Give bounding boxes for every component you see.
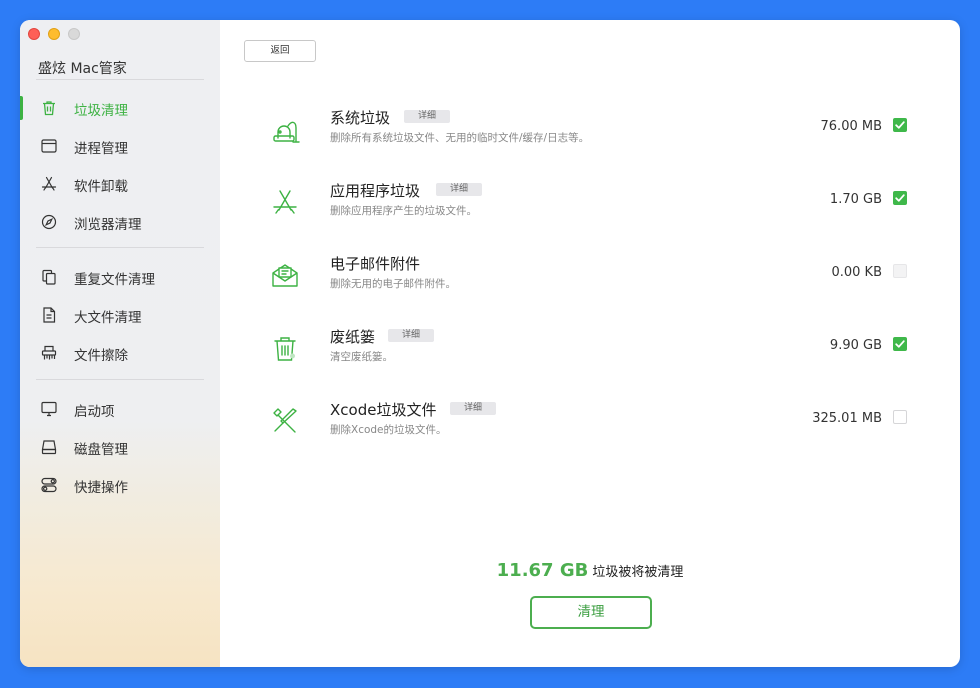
minimize-window-button[interactable] <box>48 28 60 40</box>
zoom-window-button[interactable] <box>68 28 80 40</box>
sidebar-item-startup-items[interactable]: 启动项 <box>20 396 220 422</box>
detail-button[interactable]: 详细 <box>450 402 497 415</box>
shredder-icon <box>41 345 57 360</box>
detail-button[interactable]: 详细 <box>388 329 435 342</box>
item-description: 删除无用的电子邮件附件。 <box>330 278 456 290</box>
item-title: 废纸篓 <box>330 328 376 346</box>
checkbox-checked[interactable] <box>893 191 907 205</box>
sidebar-item-label: 垃圾清理 <box>74 103 128 119</box>
sidebar-item-label: 磁盘管理 <box>74 442 128 458</box>
item-title: Xcode垃圾文件 <box>330 401 437 419</box>
app-store-icon <box>41 176 57 191</box>
sidebar-item-label: 重复文件清理 <box>74 272 155 288</box>
sidebar-item-label: 启动项 <box>74 404 115 420</box>
document-icon <box>43 307 56 323</box>
toggles-icon <box>41 477 57 493</box>
list-item: 电子邮件附件 删除无用的电子邮件附件。 0.00 KB <box>220 246 960 306</box>
sidebar-item-junk-clean[interactable]: 垃圾清理 <box>20 95 220 121</box>
checkbox-unchecked[interactable] <box>893 410 907 424</box>
trash-bin-icon <box>274 337 296 361</box>
checkbox-checked[interactable] <box>893 337 907 351</box>
back-button[interactable]: 返回 <box>244 40 316 62</box>
sidebar-item-label: 大文件清理 <box>74 310 142 326</box>
sidebar-item-uninstall[interactable]: 软件卸载 <box>20 171 220 197</box>
app-window: 盛炫 Mac管家 垃圾清理 进程管理 软件卸载 浏览器清理 重复文件清理 大文件… <box>20 20 960 667</box>
total-size: 11.67 GB <box>496 560 589 581</box>
sidebar-item-quick-actions[interactable]: 快捷操作 <box>20 472 220 498</box>
sidebar-item-label: 软件卸载 <box>74 179 128 195</box>
window-icon <box>41 139 57 153</box>
detail-button[interactable]: 详细 <box>404 110 451 123</box>
summary: 11.67 GB 垃圾被将被清理 <box>220 560 960 581</box>
disk-icon <box>41 440 57 455</box>
app-title: 盛炫 Mac管家 <box>38 61 127 77</box>
trash-icon <box>43 101 55 116</box>
sidebar-item-browser-clean[interactable]: 浏览器清理 <box>20 209 220 235</box>
sidebar-item-process-manager[interactable]: 进程管理 <box>20 133 220 159</box>
list-item: 废纸篓 详细 清空废纸篓。 9.90 GB <box>220 319 960 379</box>
item-size: 0.00 KB <box>831 265 882 280</box>
item-description: 删除Xcode的垃圾文件。 <box>330 424 447 436</box>
item-size: 76.00 MB <box>820 119 882 134</box>
sidebar-item-label: 快捷操作 <box>74 480 128 496</box>
list-item: Xcode垃圾文件 详细 删除Xcode的垃圾文件。 325.01 MB <box>220 392 960 452</box>
hammer-icon <box>273 408 297 433</box>
item-description: 清空废纸篓。 <box>330 351 393 363</box>
vacuum-cleaner-icon <box>273 121 300 143</box>
sidebar-divider <box>36 247 204 248</box>
sidebar: 盛炫 Mac管家 垃圾清理 进程管理 软件卸载 浏览器清理 重复文件清理 大文件… <box>20 20 220 667</box>
sidebar-divider <box>36 379 204 380</box>
item-description: 删除应用程序产生的垃圾文件。 <box>330 205 477 217</box>
checkbox-checked[interactable] <box>893 118 907 132</box>
summary-text: 垃圾被将被清理 <box>592 565 684 580</box>
list-item: 系统垃圾 详细 删除所有系统垃圾文件、无用的临时文件/缓存/日志等。 76.00… <box>220 100 960 160</box>
item-description: 删除所有系统垃圾文件、无用的临时文件/缓存/日志等。 <box>330 132 590 144</box>
main-panel: 返回 系统垃圾 详细 删除所有系统垃圾文件、无用的临时文件/缓存/日志等。 76… <box>220 20 960 667</box>
sidebar-item-disk-manager[interactable]: 磁盘管理 <box>20 434 220 460</box>
mail-icon <box>272 264 298 287</box>
checkbox-disabled <box>893 264 907 278</box>
item-size: 325.01 MB <box>812 411 882 426</box>
sidebar-item-large-files[interactable]: 大文件清理 <box>20 302 220 328</box>
sidebar-item-label: 浏览器清理 <box>74 217 142 233</box>
clean-button[interactable]: 清理 <box>530 596 652 629</box>
list-item: 应用程序垃圾 详细 删除应用程序产生的垃圾文件。 1.70 GB <box>220 173 960 233</box>
detail-button[interactable]: 详细 <box>436 183 483 196</box>
sidebar-divider <box>36 79 204 80</box>
item-title: 系统垃圾 <box>330 109 391 127</box>
sidebar-item-label: 文件擦除 <box>74 348 128 364</box>
sidebar-item-duplicate-files[interactable]: 重复文件清理 <box>20 264 220 290</box>
sidebar-item-label: 进程管理 <box>74 141 128 157</box>
item-size: 9.90 GB <box>829 338 882 353</box>
monitor-icon <box>41 401 57 417</box>
close-window-button[interactable] <box>28 28 40 40</box>
item-title: 应用程序垃圾 <box>330 182 421 200</box>
sidebar-item-file-shredder[interactable]: 文件擦除 <box>20 340 220 366</box>
item-title: 电子邮件附件 <box>330 255 421 273</box>
duplicate-files-icon <box>42 269 56 285</box>
compass-icon <box>41 214 57 230</box>
item-size: 1.70 GB <box>829 192 882 207</box>
app-store-icon <box>273 190 297 214</box>
